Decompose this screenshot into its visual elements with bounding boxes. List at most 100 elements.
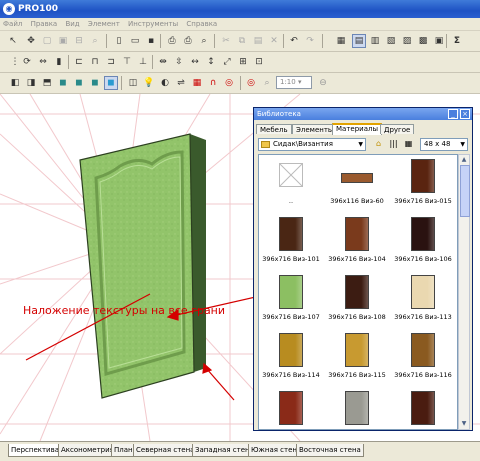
- paste-icon[interactable]: ▤: [251, 34, 265, 48]
- material-swatch[interactable]: [411, 333, 435, 367]
- menu-edit[interactable]: Правка: [28, 18, 61, 30]
- shadow-icon[interactable]: ◐: [158, 76, 172, 90]
- material-swatch[interactable]: [345, 333, 369, 367]
- view-mode-1-icon[interactable]: ▤: [352, 34, 366, 48]
- material-swatch[interactable]: [411, 275, 435, 309]
- material-swatch[interactable]: [411, 159, 435, 193]
- thumb-size-select[interactable]: 48 x 48 ▼: [420, 138, 468, 151]
- view-mode-2-icon[interactable]: ▥: [368, 34, 382, 48]
- tab-elements[interactable]: Элементы: [292, 124, 338, 134]
- magnet-icon[interactable]: ∩: [206, 76, 220, 90]
- print-setup-icon[interactable]: ⎙: [165, 34, 179, 48]
- redo-icon[interactable]: ↷: [303, 34, 317, 48]
- zoom-select[interactable]: 1:10 ▾: [276, 76, 312, 89]
- copy-icon[interactable]: ⧉: [235, 34, 249, 48]
- move-icon[interactable]: ✥: [24, 34, 38, 48]
- library-path-select[interactable]: Сидак\Византия ▼: [258, 138, 366, 151]
- size-depth-icon[interactable]: ⤢: [220, 55, 234, 69]
- align-left-icon[interactable]: ⊏: [72, 55, 86, 69]
- select-arrow-icon[interactable]: ↖: [6, 34, 20, 48]
- material-swatch[interactable]: [411, 217, 435, 251]
- view-mode-5-icon[interactable]: ▩: [416, 34, 430, 48]
- target-icon[interactable]: ◎: [222, 76, 236, 90]
- scroll-thumb[interactable]: [460, 165, 470, 217]
- cube-wire-icon[interactable]: ◫: [126, 76, 140, 90]
- texture-grid-icon[interactable]: ▦: [190, 76, 204, 90]
- distribute-h-icon[interactable]: ⇹: [156, 55, 170, 69]
- size-width-icon[interactable]: ↔: [188, 55, 202, 69]
- tab-furniture[interactable]: Мебель: [256, 124, 292, 134]
- find-icon[interactable]: ⌕: [88, 34, 102, 48]
- menu-file[interactable]: Файл: [0, 18, 25, 30]
- tab-perspective[interactable]: Перспектива: [8, 444, 63, 457]
- align-bottom-icon[interactable]: ⊥: [136, 55, 150, 69]
- delete-icon[interactable]: ✕: [267, 34, 281, 48]
- menu-element[interactable]: Элемент: [85, 18, 123, 30]
- size-height-icon[interactable]: ↕: [204, 55, 218, 69]
- material-swatch[interactable]: [345, 275, 369, 309]
- sum-icon[interactable]: Σ: [450, 34, 464, 48]
- cut-icon[interactable]: ✂: [219, 34, 233, 48]
- barcode-icon[interactable]: |||: [387, 138, 400, 151]
- tab-east-wall[interactable]: Восточная стена: [296, 444, 364, 457]
- tab-other[interactable]: Другое: [380, 124, 415, 134]
- align-icon[interactable]: ⊟: [72, 34, 86, 48]
- material-swatch[interactable]: [345, 391, 369, 425]
- material-swatch[interactable]: [279, 333, 303, 367]
- minimize-icon[interactable]: _: [448, 109, 458, 119]
- view-mode-6-icon[interactable]: ▣: [432, 34, 446, 48]
- distribute-v-icon[interactable]: ⇳: [172, 55, 186, 69]
- material-swatch[interactable]: [411, 391, 435, 425]
- print-icon[interactable]: ⎙: [181, 34, 195, 48]
- flip-icon[interactable]: ⇌: [174, 76, 188, 90]
- ungroup-icon[interactable]: ▣: [56, 34, 70, 48]
- rotate-icon[interactable]: ⟳: [20, 55, 34, 69]
- align-right-icon[interactable]: ⊐: [104, 55, 118, 69]
- scroll-up-icon[interactable]: ▲: [459, 155, 469, 165]
- cube-side-icon[interactable]: ◨: [24, 76, 38, 90]
- view-mode-4-icon[interactable]: ▨: [400, 34, 414, 48]
- new-file-icon[interactable]: ▯: [112, 34, 126, 48]
- scroll-down-icon[interactable]: ▼: [459, 419, 469, 429]
- menu-view[interactable]: Вид: [62, 18, 82, 30]
- library-scrollbar[interactable]: ▲ ▼: [458, 154, 470, 430]
- size-all-icon[interactable]: ⊞: [236, 55, 250, 69]
- parent-folder-swatch[interactable]: [279, 163, 303, 187]
- material-swatch[interactable]: [345, 217, 369, 251]
- cube-front-icon[interactable]: ◧: [8, 76, 22, 90]
- save-icon[interactable]: ▪: [144, 34, 158, 48]
- grid-snap-icon[interactable]: ⊡: [252, 55, 266, 69]
- undo-icon[interactable]: ↶: [287, 34, 301, 48]
- cube-top-icon[interactable]: ⬒: [40, 76, 54, 90]
- tab-materials[interactable]: Материалы: [332, 123, 382, 135]
- cube-textured-icon[interactable]: ◼: [72, 76, 86, 90]
- tab-plan[interactable]: План: [111, 444, 136, 457]
- group-icon[interactable]: ▢: [40, 34, 54, 48]
- grid-view-icon[interactable]: ▦: [402, 138, 415, 151]
- mirror-icon[interactable]: ⇔: [36, 55, 50, 69]
- cube-shaded-icon[interactable]: ◼: [56, 76, 70, 90]
- folder-up-icon[interactable]: ⌂: [372, 138, 385, 151]
- light-bulb-icon[interactable]: 💡: [142, 76, 156, 90]
- lifebuoy-icon[interactable]: ◎: [244, 76, 258, 90]
- properties-icon[interactable]: ▦: [334, 34, 348, 48]
- menu-help[interactable]: Справка: [183, 18, 220, 30]
- material-swatch[interactable]: [341, 173, 373, 183]
- close-icon[interactable]: ×: [460, 109, 470, 119]
- print-preview-icon[interactable]: ⌕: [197, 34, 211, 48]
- menu-tools[interactable]: Инструменты: [125, 18, 181, 30]
- element-icon[interactable]: ▮: [52, 55, 66, 69]
- material-swatch[interactable]: [279, 391, 303, 425]
- material-swatch[interactable]: [279, 217, 303, 251]
- zoom-icon[interactable]: ⌕: [260, 76, 274, 90]
- open-folder-icon[interactable]: ▭: [128, 34, 142, 48]
- cube-color-icon[interactable]: ◼: [88, 76, 102, 90]
- material-swatch[interactable]: [279, 275, 303, 309]
- view-mode-3-icon[interactable]: ▧: [384, 34, 398, 48]
- align-top-icon[interactable]: ⊤: [120, 55, 134, 69]
- align-center-icon[interactable]: ⊓: [88, 55, 102, 69]
- tab-north-wall[interactable]: Северная стена: [133, 444, 198, 457]
- zoom-out-icon[interactable]: ⊖: [316, 76, 330, 90]
- tab-axonometry[interactable]: Аксонометрия: [58, 444, 117, 457]
- cube-render-icon[interactable]: ◼: [104, 76, 118, 90]
